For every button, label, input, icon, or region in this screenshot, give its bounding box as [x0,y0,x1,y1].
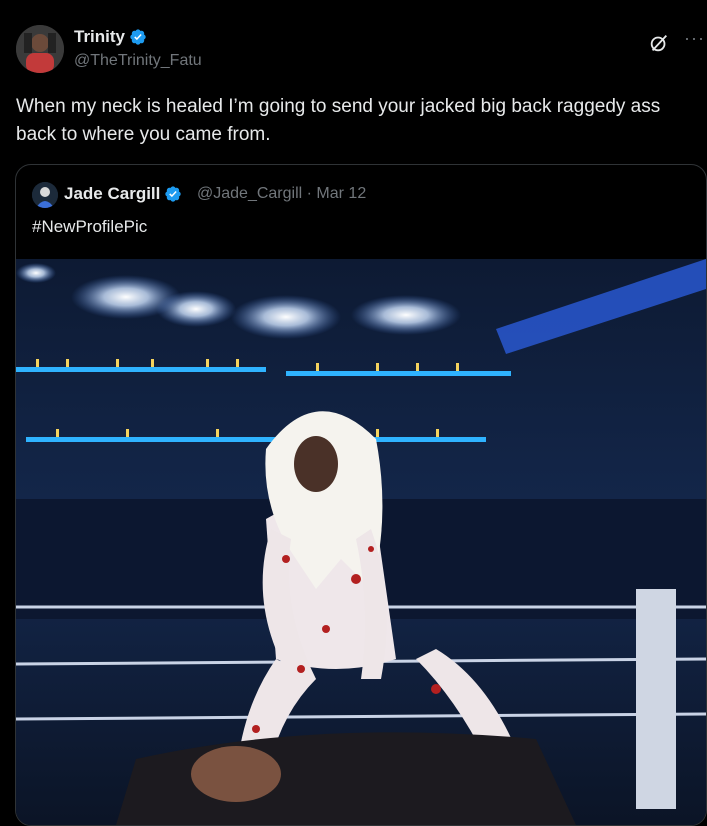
quote-author-name[interactable]: Jade Cargill [64,184,182,204]
author-handle[interactable]: @TheTrinity_Fatu [74,52,202,70]
more-options-icon[interactable]: ··· [684,28,705,49]
quote-text: #NewProfilePic [32,217,148,236]
meta-separator: · [306,185,312,202]
tweet: Trinity @TheTrinity_Fatu ··· When my nec… [0,0,707,826]
quote-author-handle[interactable]: @Jade_Cargill [197,185,302,202]
quote-media-image[interactable] [16,259,706,825]
arena-photo [16,259,706,825]
quoted-tweet[interactable]: Jade Cargill @Jade_Cargill · Mar 12 #New… [15,164,707,826]
quote-meta: @Jade_Cargill · Mar 12 [197,185,366,203]
quote-author-name-text[interactable]: Jade Cargill [64,184,160,204]
quote-date[interactable]: Mar 12 [316,185,366,202]
author-name-text[interactable]: Trinity [74,27,125,47]
author-name[interactable]: Trinity [74,27,147,47]
quote-author-avatar[interactable] [32,182,58,208]
tweet-text: When my neck is healed I’m going to send… [16,96,661,145]
grok-icon[interactable] [646,30,672,56]
verified-badge-icon [164,185,182,203]
verified-badge-icon [129,28,147,46]
author-avatar[interactable] [16,25,64,73]
